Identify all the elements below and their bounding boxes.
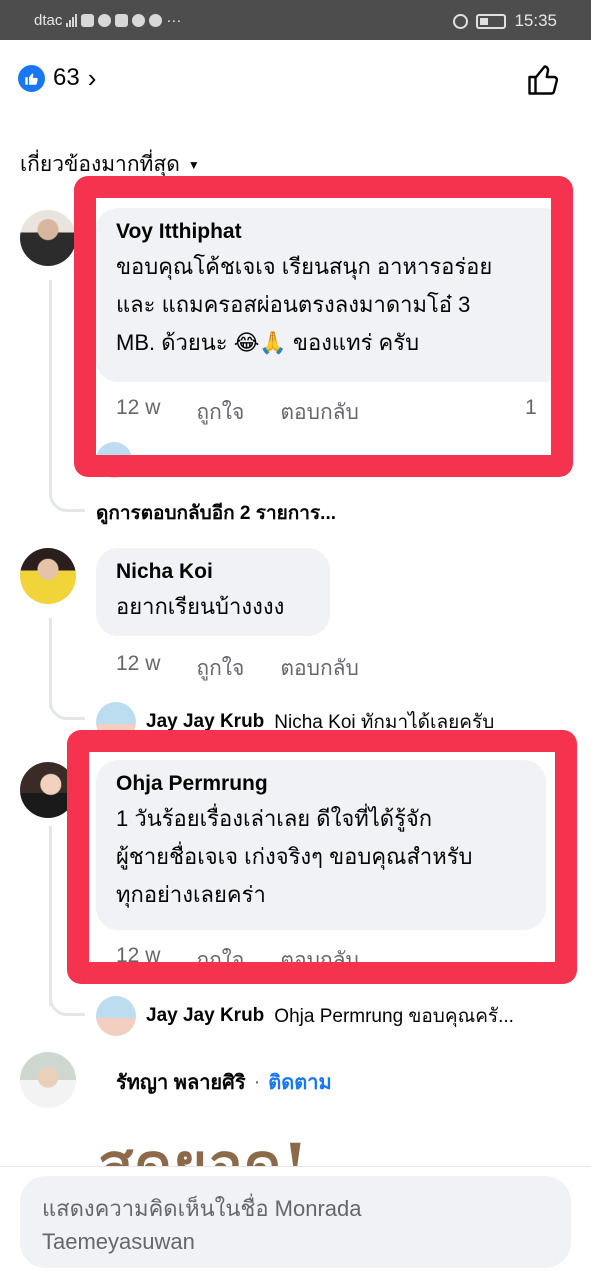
reply-button[interactable]: ตอบกลับ (280, 652, 359, 685)
status-left: dtac ··· (34, 12, 181, 29)
avatar[interactable] (20, 1052, 76, 1108)
comment-input[interactable]: แสดงความคิดเห็นในชื่อ Monrada Taemeyasuw… (20, 1176, 571, 1268)
comment-author[interactable]: รัทญา พลายศิริ (116, 1066, 246, 1098)
view-more-replies[interactable]: ดูการตอบกลับอีก 2 รายการ... (96, 498, 336, 528)
reaction-count: 63 (53, 64, 80, 91)
line-icon-2 (149, 14, 163, 27)
chevron-down-icon: ▼ (187, 157, 200, 172)
thread-connector (49, 470, 85, 512)
like-button[interactable]: ถูกใจ (196, 652, 244, 685)
reply-author[interactable]: Jay Jay Krub (146, 1005, 264, 1027)
status-bar: dtac ··· 15:35 (0, 0, 591, 40)
app-icon (115, 14, 129, 27)
reactions-summary[interactable]: 63 › (18, 64, 96, 92)
more-notifications: ··· (166, 12, 182, 29)
comment-header: รัทญา พลายศิริ · ติดตาม (116, 1066, 332, 1098)
comment-author[interactable]: Nicha Koi (116, 560, 310, 584)
composer-placeholder: แสดงความคิดเห็นในชื่อ Monrada (42, 1196, 362, 1221)
notification-icon (81, 14, 95, 27)
thread-line (49, 826, 52, 1006)
comment-text: อยากเรียนบ้างงงง (116, 588, 310, 626)
avatar[interactable] (20, 548, 76, 604)
carrier-label: dtac (34, 12, 63, 29)
reply-preview[interactable]: Jay Jay Krub Ohja Permrung ขอบคุณครั... (96, 996, 514, 1036)
highlight-box (67, 730, 577, 984)
thread-line (49, 280, 52, 480)
reply-text: Ohja Permrung ขอบคุณครั... (274, 1006, 514, 1027)
like-badge-icon (18, 64, 45, 92)
avatar[interactable] (20, 210, 76, 266)
composer-placeholder: Taemeyasuwan (42, 1229, 195, 1254)
reply-avatar (96, 996, 136, 1036)
status-right: 15:35 (453, 11, 557, 31)
comment-actions: 12 w ถูกใจ ตอบกลับ (116, 652, 359, 685)
comment-line: อยากเรียนบ้างงงง (116, 594, 285, 619)
clock: 15:35 (514, 11, 557, 30)
comment-bubble[interactable]: Nicha Koi อยากเรียนบ้างงงง (96, 548, 330, 636)
like-outline-icon[interactable] (525, 62, 561, 98)
comment-time: 12 w (116, 652, 161, 675)
separator: · (253, 1070, 261, 1093)
thread-connector (49, 690, 85, 720)
line-icon (132, 14, 146, 27)
alarm-icon (453, 13, 469, 29)
follow-button[interactable]: ติดตาม (268, 1066, 331, 1098)
messenger-icon (98, 14, 112, 27)
thread-connector (49, 990, 85, 1016)
chevron-right-icon: › (87, 63, 97, 93)
highlight-box (74, 176, 573, 477)
signal-icon (66, 14, 78, 27)
battery-icon (476, 13, 507, 29)
